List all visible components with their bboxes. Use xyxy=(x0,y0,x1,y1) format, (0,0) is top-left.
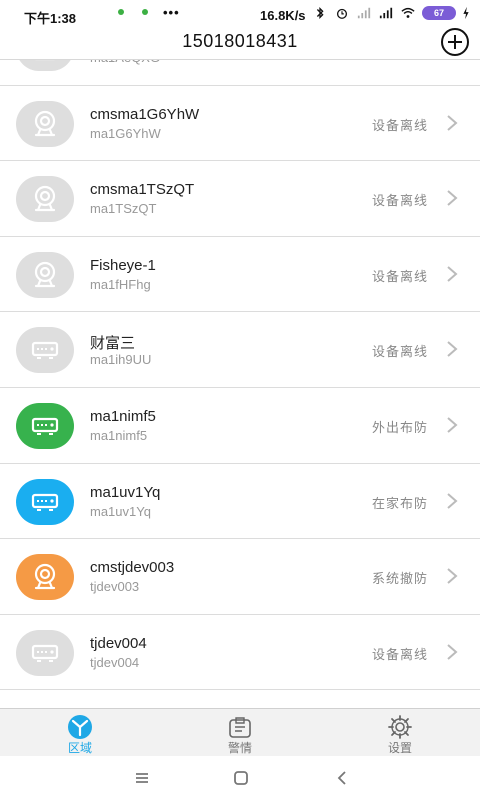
notification-dot-icon xyxy=(142,9,148,15)
network-speed: 16.8K/s xyxy=(260,8,306,23)
status-bar: 下午1:38 ••• 16.8K/s 67 xyxy=(0,0,480,30)
chevron-right-icon xyxy=(447,492,458,509)
charging-icon xyxy=(463,6,469,20)
device-avatar xyxy=(16,60,74,71)
chevron-right-icon xyxy=(447,417,458,433)
device-id: ma1uv1Yq xyxy=(90,503,151,519)
device-name: cmstjdev003 xyxy=(90,559,175,577)
device-id: ma1ih9UU xyxy=(90,352,152,368)
device-avatar xyxy=(16,251,74,298)
device-avatar xyxy=(16,629,74,676)
device-name: 财富三 xyxy=(90,335,136,353)
alarm-icon xyxy=(229,717,251,738)
bottom-tab-bar: 区域 警情 设置 xyxy=(0,708,480,756)
tab-settings-label: 设置 xyxy=(387,741,412,755)
area-icon xyxy=(68,715,92,739)
device-row[interactable]: Fisheye-1 ma1fHFhg 设备离线 xyxy=(0,236,480,313)
chevron-right-icon xyxy=(447,114,458,131)
chevron-right-icon xyxy=(447,643,458,660)
device-row[interactable]: tjdev004 tjdev004 设备离线 xyxy=(0,614,480,691)
device-avatar xyxy=(16,100,74,147)
tab-alarm-label: 警情 xyxy=(227,741,252,755)
device-avatar xyxy=(16,327,74,374)
chevron-right-icon xyxy=(447,190,458,206)
device-name: Fisheye-1 xyxy=(90,256,156,274)
device-avatar xyxy=(16,402,74,449)
status-icons: 67 xyxy=(312,6,470,20)
device-name: tjdev004 xyxy=(90,634,147,652)
device-id: tjdev004 xyxy=(90,654,140,670)
device-name: cmsma1G6YhW xyxy=(90,105,200,123)
device-avatar xyxy=(16,554,74,601)
signal-icon xyxy=(357,7,371,19)
notification-dot-icon xyxy=(118,9,124,15)
signal-icon xyxy=(379,7,393,19)
device-row[interactable]: cmsma1TSzQT ma1TSzQT 设备离线 xyxy=(0,161,480,237)
status-time: 下午1:38 xyxy=(24,11,77,26)
device-status: 系统撤防 xyxy=(371,571,428,587)
add-device-button[interactable] xyxy=(441,28,469,56)
device-status: 设备离线 xyxy=(371,344,428,360)
device-id: ma1AeQXG xyxy=(90,60,160,65)
tab-settings[interactable]: 设置 xyxy=(340,709,460,757)
device-id: ma1G6YhW xyxy=(90,125,161,141)
home-icon[interactable] xyxy=(231,768,251,788)
device-name: ma1nimf5 xyxy=(90,407,156,425)
device-avatar xyxy=(16,478,74,525)
device-id: ma1TSzQT xyxy=(90,201,157,217)
page-title: 15018018431 xyxy=(182,31,298,51)
bluetooth-icon xyxy=(316,7,324,19)
device-status: 外出布防 xyxy=(371,419,428,435)
device-id: tjdev003 xyxy=(90,579,140,595)
app-header: 15018018431 xyxy=(0,28,480,60)
chevron-right-icon xyxy=(447,341,458,358)
chevron-right-icon xyxy=(447,568,458,584)
device-row[interactable]: ma1nimf5 ma1nimf5 外出布防 xyxy=(0,387,480,464)
tab-area-label: 区域 xyxy=(67,741,92,755)
device-avatar xyxy=(16,176,74,223)
device-name: ma1uv1Yq xyxy=(90,483,161,501)
notification-icons xyxy=(118,9,148,15)
device-list[interactable]: FishEye-1ma1AeQXG设备离线 cmsma1G6YhW ma1G6YhW… xyxy=(0,60,480,708)
wifi-icon xyxy=(401,7,415,18)
battery-icon: 67 xyxy=(422,6,456,20)
device-row[interactable]: 财富三 ma1ih9UU 设备离线 xyxy=(0,312,480,388)
device-status: 设备离线 xyxy=(371,646,428,662)
device-name: cmsma1TSzQT xyxy=(90,181,195,199)
chevron-right-icon xyxy=(447,266,458,282)
device-row[interactable]: ma1uv1Yq ma1uv1Yq 在家布防 xyxy=(0,463,480,540)
device-id: ma1fHFhg xyxy=(90,276,151,292)
device-status: 设备离线 xyxy=(371,268,428,284)
status-more: ••• xyxy=(163,5,180,20)
device-row[interactable]: FishEye-1ma1AeQXG设备离线 xyxy=(0,60,480,86)
menu-icon[interactable] xyxy=(132,768,152,788)
system-nav-bar xyxy=(0,756,480,800)
device-status: 设备离线 xyxy=(371,193,428,209)
device-row[interactable]: cmstjdev003 tjdev003 系统撤防 xyxy=(0,539,480,615)
alarm-clock-icon xyxy=(336,8,348,19)
tab-area[interactable]: 区域 xyxy=(20,709,140,757)
device-status: 设备离线 xyxy=(371,117,428,133)
device-row[interactable]: cmsma1G6YhW ma1G6YhW 设备离线 xyxy=(0,85,480,162)
device-id: ma1nimf5 xyxy=(90,427,148,443)
back-icon[interactable] xyxy=(333,768,353,788)
device-status: 在家布防 xyxy=(371,495,428,511)
tab-alarm[interactable]: 警情 xyxy=(180,709,300,757)
gear-icon xyxy=(388,715,412,739)
